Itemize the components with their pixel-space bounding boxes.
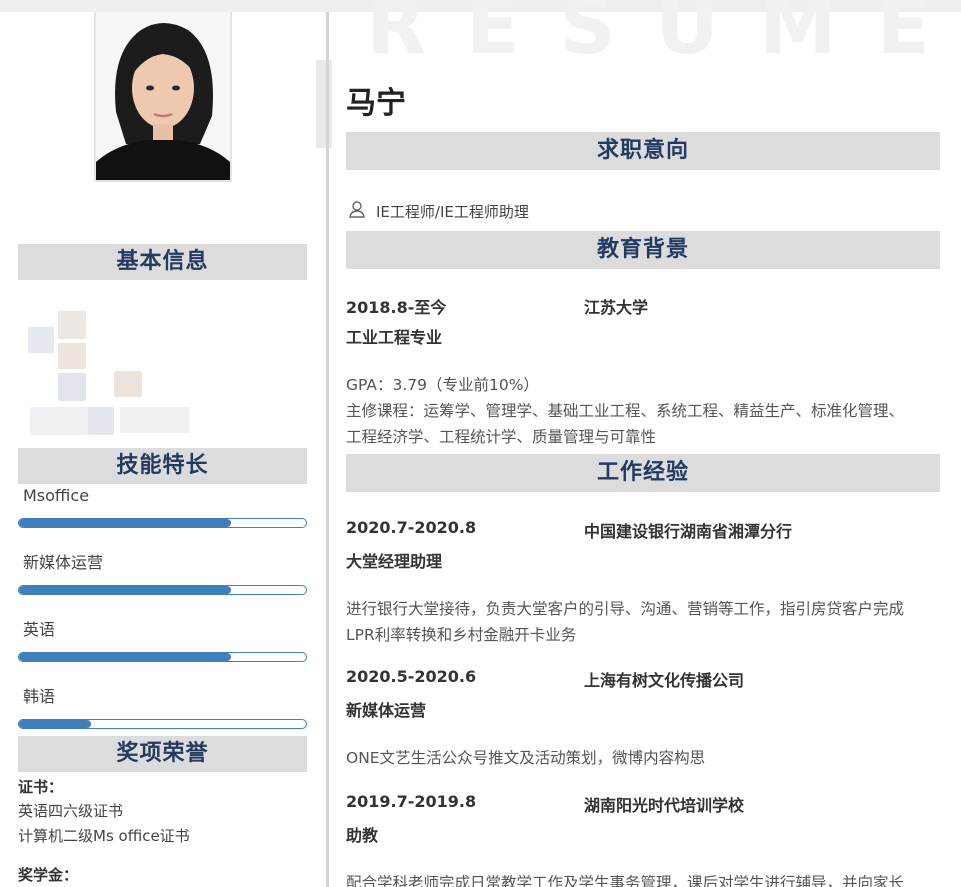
profile-photo (94, 12, 232, 182)
work-desc-line: LPR利率转换和乡村金融开卡业务 (346, 626, 577, 644)
skill-label: Msoffice (23, 486, 90, 505)
edu-courses-line2: 工程经济学、工程统计学、质量管理与可靠性 (346, 428, 657, 446)
skill-label: 新媒体运营 (23, 553, 104, 572)
work-org: 上海有树文化传播公司 (584, 671, 745, 690)
edu-school: 江苏大学 (584, 298, 649, 317)
edu-courses-line1: 主修课程：运筹学、管理学、基础工业工程、系统工程、精益生产、标准化管理、 (346, 402, 905, 420)
skill-new-media: 新媒体运营 (18, 551, 307, 595)
skill-fill (19, 653, 232, 661)
person-icon (348, 200, 366, 222)
section-job-intent: 求职意向 (346, 132, 940, 170)
work-role: 大堂经理助理 (346, 552, 443, 571)
portrait-image (96, 12, 230, 180)
work-org: 中国建设银行湖南省湘潭分行 (584, 522, 793, 541)
work-org: 湖南阳光时代培训学校 (584, 796, 745, 815)
work-date: 2020.7-2020.8 (346, 518, 477, 537)
work-desc-line: 进行银行大堂接待，负责大堂客户的引导、沟通、营销等工作，指引房贷客户完成 (346, 600, 905, 618)
column-divider (326, 12, 329, 887)
skill-fill (19, 519, 232, 527)
scholarship-label: 奖学金： (18, 866, 79, 884)
candidate-name: 马宁 (346, 86, 406, 121)
skill-fill (19, 720, 91, 728)
work-date: 2019.7-2019.8 (346, 792, 477, 811)
job-intent-row: IE工程师/IE工程师助理 (348, 200, 529, 222)
work-date: 2020.5-2020.6 (346, 667, 477, 686)
edu-date: 2018.8-至今 (346, 298, 447, 317)
skill-msoffice: Msoffice (18, 484, 307, 528)
work-desc-line: ONE文艺生活公众号推文及活动策划，微博内容构思 (346, 749, 706, 767)
resume-watermark: RESUME (366, 0, 961, 72)
skill-label: 韩语 (23, 687, 56, 706)
resume-page: 基本信息 技能特长 Msoffice 新媒体运营 英语 韩语 奖项荣誉 证书： … (0, 0, 961, 887)
section-work: 工作经验 (346, 454, 940, 492)
cert-item: 英语四六级证书 (18, 802, 124, 820)
redacted-info (0, 297, 326, 447)
left-column: 基本信息 技能特长 Msoffice 新媒体运营 英语 韩语 奖项荣誉 证书： … (0, 12, 326, 887)
skill-korean: 韩语 (18, 685, 307, 729)
edu-major: 工业工程专业 (346, 328, 443, 347)
divider-shade (316, 60, 332, 148)
edu-gpa: GPA：3.79（专业前10%） (346, 376, 539, 394)
skill-bar (18, 518, 307, 528)
section-skills: 技能特长 (18, 448, 307, 484)
skill-label: 英语 (23, 620, 56, 639)
cert-label: 证书： (18, 778, 64, 796)
section-education: 教育背景 (346, 231, 940, 269)
work-role: 助教 (346, 826, 379, 845)
skill-english: 英语 (18, 618, 307, 662)
skill-bar (18, 652, 307, 662)
right-column: RESUME 马宁 求职意向 IE工程师/IE工程师助理 教育背景 2018.8… (346, 0, 940, 887)
section-basic-info: 基本信息 (18, 244, 307, 280)
cert-item: 计算机二级Ms office证书 (18, 827, 190, 845)
skill-bar (18, 585, 307, 595)
skill-fill (19, 586, 232, 594)
job-intent-text: IE工程师/IE工程师助理 (376, 202, 529, 221)
section-awards: 奖项荣誉 (18, 736, 307, 772)
work-role: 新媒体运营 (346, 701, 427, 720)
skill-bar (18, 719, 307, 729)
work-desc-line: 配合学科老师完成日常教学工作及学生事务管理，课后对学生进行辅导，并向家长 (346, 874, 905, 887)
